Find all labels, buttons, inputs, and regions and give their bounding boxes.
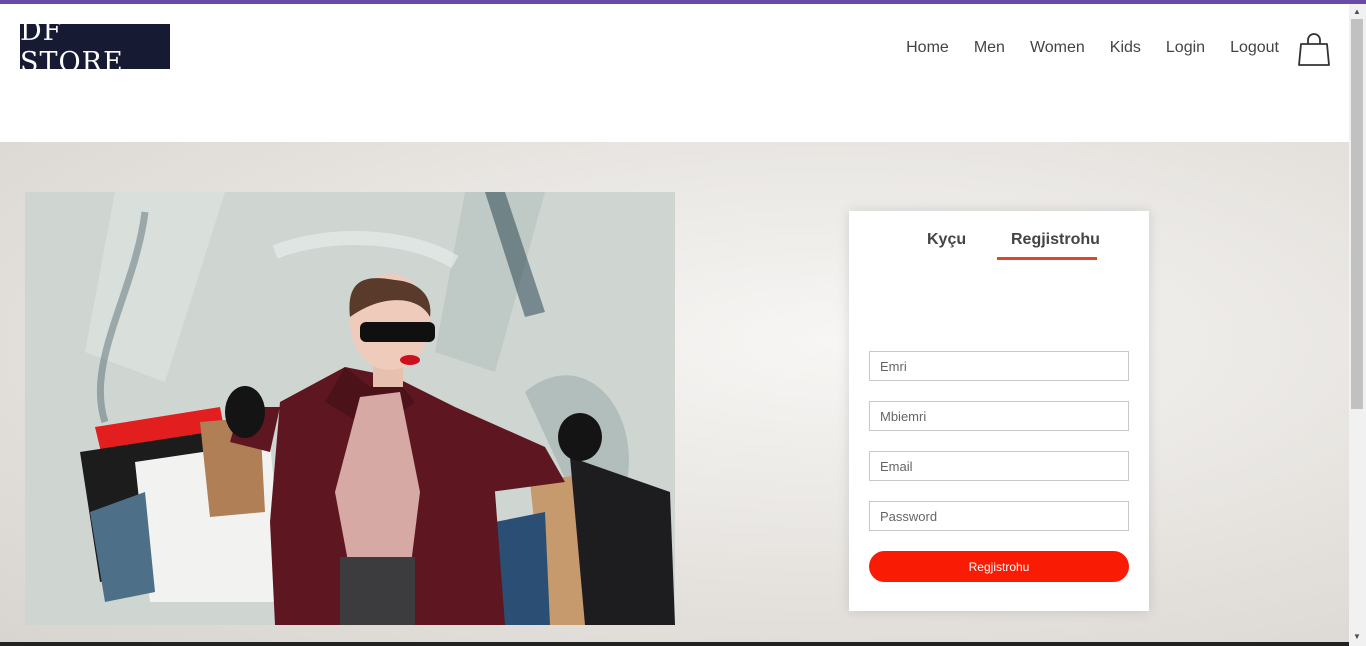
nav-kids[interactable]: Kids	[1110, 39, 1141, 57]
tab-login[interactable]: Kyçu	[927, 231, 966, 249]
nav-women[interactable]: Women	[1030, 39, 1085, 57]
scroll-thumb[interactable]	[1351, 19, 1363, 409]
bottom-edge	[0, 642, 1349, 646]
scroll-up-icon[interactable]: ▲	[1353, 7, 1361, 16]
nav-login[interactable]: Login	[1166, 39, 1205, 57]
main-nav: Home Men Women Kids Login Logout	[906, 39, 1279, 57]
nav-logout[interactable]: Logout	[1230, 39, 1279, 57]
hero-illustration	[25, 192, 675, 625]
first-name-field[interactable]	[869, 351, 1129, 381]
last-name-field[interactable]	[869, 401, 1129, 431]
password-field[interactable]	[869, 501, 1129, 531]
tab-register[interactable]: Regjistrohu	[1011, 231, 1100, 249]
scroll-down-icon[interactable]: ▼	[1353, 632, 1361, 641]
nav-home[interactable]: Home	[906, 39, 949, 57]
email-field[interactable]	[869, 451, 1129, 481]
hero-section: Kyçu Regjistrohu Regjistrohu	[0, 142, 1349, 642]
page-scrollbar[interactable]: ▲ ▼	[1349, 4, 1366, 646]
site-header: DF STORE Home Men Women Kids Login Logou…	[0, 4, 1349, 142]
logo-text: DF STORE	[20, 15, 124, 78]
active-tab-underline	[997, 257, 1097, 260]
hero-photo-woman-shopping	[25, 192, 675, 625]
auth-card: Kyçu Regjistrohu Regjistrohu	[849, 211, 1149, 611]
register-button[interactable]: Regjistrohu	[869, 551, 1129, 582]
shopping-bag-icon[interactable]	[1297, 32, 1331, 68]
store-logo[interactable]: DF STORE	[20, 16, 170, 78]
nav-men[interactable]: Men	[974, 39, 1005, 57]
